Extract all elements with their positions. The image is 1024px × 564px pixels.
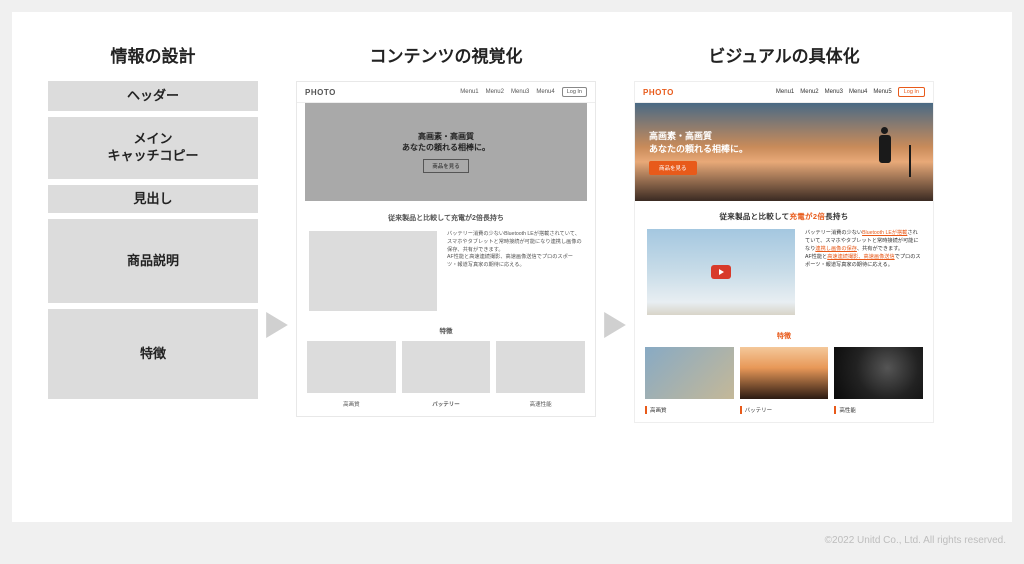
tripod-icon [909,145,911,177]
mk-feature-label: 高性能 [834,406,923,414]
mk-product-text: バッテリー消費の少ないBluetooth LEが搭載されていて、スマホやタブレッ… [805,229,921,315]
wf-feature-img [307,341,396,393]
mk-features-title: 特徴 [635,325,933,347]
wireframe-mock: PHOTO Menu1 Menu2 Menu3 Menu4 Log In 高画素… [296,81,596,417]
mk-logo: PHOTO [643,88,674,97]
block-heading: 見出し [48,185,258,213]
mk-login-button[interactable]: Log In [898,87,925,97]
mk-nav-item[interactable]: Menu3 [825,89,843,95]
mk-cta-button[interactable]: 商品を見る [649,161,697,175]
wf-section-heading: 従来製品と比較して充電が2倍長持ち [297,201,595,231]
mk-feature-img [740,347,829,399]
block-main-copy: メイン キャッチコピー [48,117,258,179]
visual-mock: PHOTO Menu1 Menu2 Menu3 Menu4 Menu5 Log … [634,81,934,423]
heading-pre: 従来製品と比較して [719,212,789,221]
wf-hero-line1: 高画素・高画質 [418,131,474,142]
col-wireframe: コンテンツの視覚化 PHOTO Menu1 Menu2 Menu3 Menu4 … [296,42,596,417]
heading-post: 長持ち [825,212,848,221]
mk-feature-img [834,347,923,399]
mk-hero: 高画素・高画質 あなたの頼れる相棒に。 商品を見る [635,103,933,201]
photographer-silhouette-icon [873,127,903,177]
wf-feature-label: 高速性能 [496,400,585,408]
wf-nav-item[interactable]: Menu3 [511,89,529,95]
wf-hero: 高画素・高画質 あなたの頼れる相棒に。 商品を見る [305,103,587,201]
col2-title: コンテンツの視覚化 [370,42,523,67]
col3-title: ビジュアルの具体化 [708,42,859,67]
copyright-text: ©2022 Unitd Co., Ltd. All rights reserve… [825,535,1006,546]
block-features: 特徴 [48,309,258,399]
mk-header: PHOTO Menu1 Menu2 Menu3 Menu4 Menu5 Log … [635,82,933,103]
diagram-frame: 情報の設計 ヘッダー メイン キャッチコピー 見出し 商品説明 特徴 コンテンツ… [12,12,1012,522]
block-header: ヘッダー [48,81,258,111]
mk-feature-img [645,347,734,399]
mk-nav-item[interactable]: Menu2 [800,89,818,95]
text-highlight: Bluetooth LEが搭載 [862,230,907,236]
wf-nav-item[interactable]: Menu2 [486,89,504,95]
columns-row: 情報の設計 ヘッダー メイン キャッチコピー 見出し 商品説明 特徴 コンテンツ… [48,42,976,423]
wf-feature-label: バッテリー [402,400,491,408]
wf-nav-item[interactable]: Menu1 [460,89,478,95]
mk-feature-label: 高画質 [645,406,734,414]
structure-blocks: ヘッダー メイン キャッチコピー 見出し 商品説明 特徴 [48,81,258,399]
mk-feature-labels: 高画質 バッテリー 高性能 [635,403,933,422]
mk-nav-item[interactable]: Menu4 [849,89,867,95]
mk-feature-label: バッテリー [740,406,829,414]
col1-title: 情報の設計 [111,42,196,67]
heading-highlight: 充電が2倍 [789,212,825,221]
arrow-icon [266,312,288,343]
wf-feature-img [402,341,491,393]
wf-cta-button[interactable]: 商品を見る [423,159,469,173]
wf-nav: Menu1 Menu2 Menu3 Menu4 Log In [460,87,587,97]
mk-nav-item[interactable]: Menu5 [873,89,891,95]
wf-feature-label: 高画質 [307,400,396,408]
wf-nav-item[interactable]: Menu4 [536,89,554,95]
mk-nav: Menu1 Menu2 Menu3 Menu4 Menu5 Log In [776,87,925,97]
wf-features-title: 特徴 [297,321,595,341]
wf-login-button[interactable]: Log In [562,87,587,97]
col-info-design: 情報の設計 ヘッダー メイン キャッチコピー 見出し 商品説明 特徴 [48,42,258,399]
text-highlight: 高速連続撮影、高速画像送信 [827,254,894,260]
mk-section-heading: 従来製品と比較して充電が2倍長持ち [635,201,933,229]
wf-hero-line2: あなたの頼れる相棒に。 [402,142,490,153]
arrow-icon [604,312,626,343]
col-visual: ビジュアルの具体化 PHOTO Menu1 Menu2 Menu3 Menu4 … [634,42,934,423]
mk-product-row: バッテリー消費の少ないBluetooth LEが搭載されていて、スマホやタブレッ… [635,229,933,325]
mk-feature-images [635,347,933,403]
wf-header: PHOTO Menu1 Menu2 Menu3 Menu4 Log In [297,82,595,103]
play-icon [711,265,731,279]
wf-product-text: バッテリー消費の少ないBluetooth LEが搭載されていて、スマホやタブレッ… [447,231,583,311]
mk-nav-item[interactable]: Menu1 [776,89,794,95]
wf-feature-images [297,341,595,397]
mk-video-thumb[interactable] [647,229,795,315]
wf-feature-labels: 高画質 バッテリー 高速性能 [297,397,595,416]
wf-product-image [309,231,437,311]
wf-logo: PHOTO [305,88,336,97]
block-product-desc: 商品説明 [48,219,258,303]
wf-feature-img [496,341,585,393]
wf-product-row: バッテリー消費の少ないBluetooth LEが搭載されていて、スマホやタブレッ… [297,231,595,321]
text-highlight: 連携し画像の保存 [815,246,857,252]
